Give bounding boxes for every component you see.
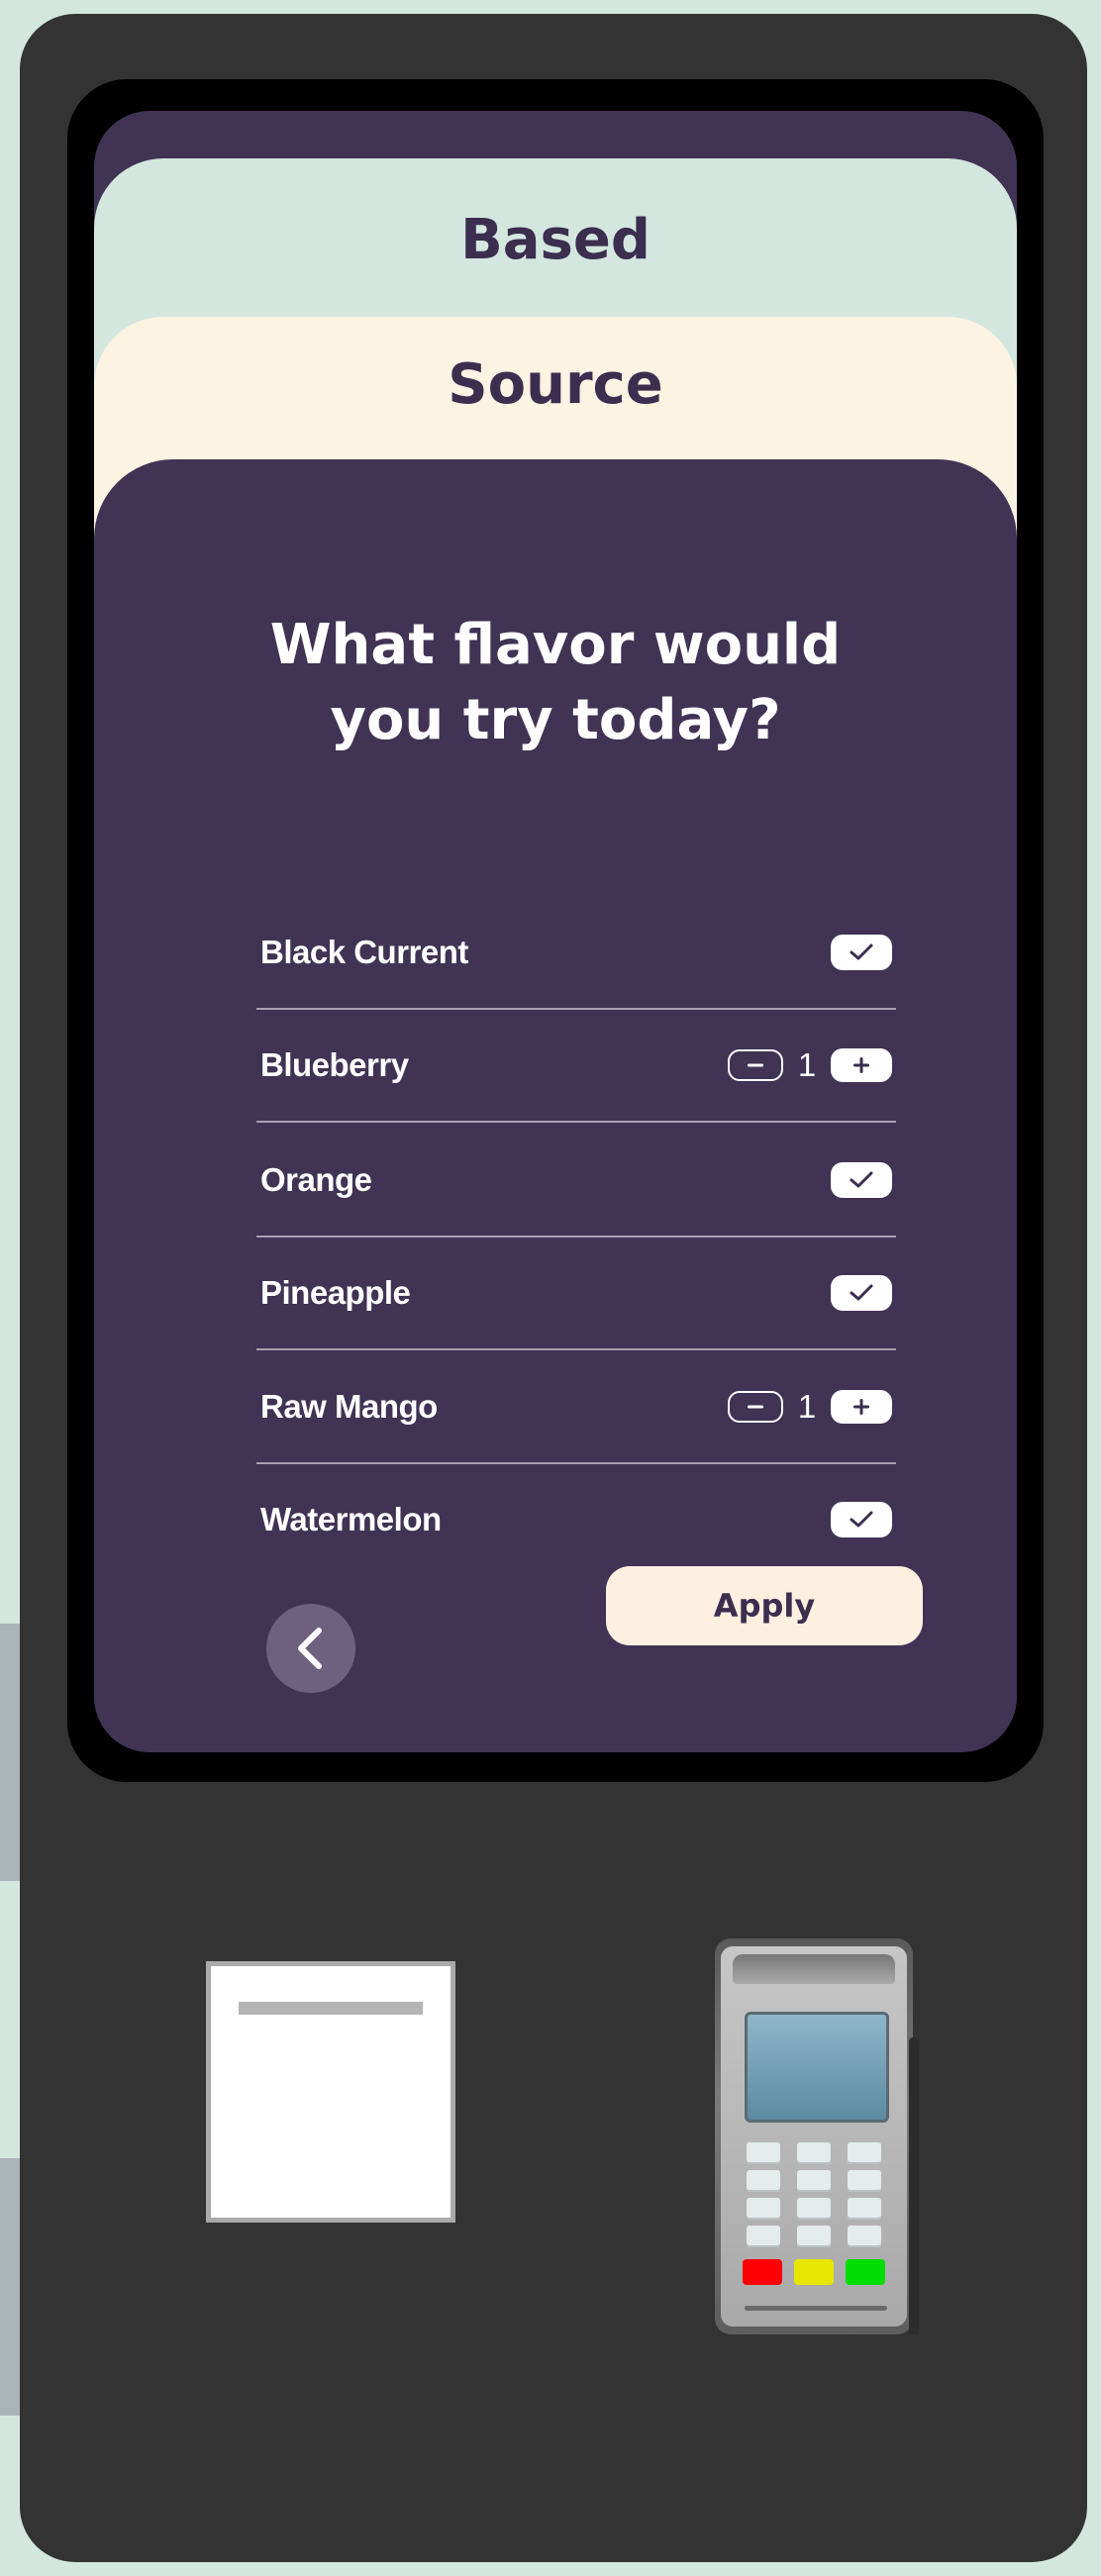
flavor-row-raw-mango: Raw Mango 1	[256, 1351, 896, 1464]
flavor-row-watermelon: Watermelon	[256, 1464, 896, 1575]
keypad-key	[848, 2198, 881, 2220]
receipt-slot	[239, 2002, 423, 2015]
keypad-key	[747, 2170, 780, 2192]
quantity-value: 1	[797, 1046, 817, 1083]
keypad-key	[747, 2142, 780, 2164]
flavor-label: Pineapple	[260, 1274, 411, 1311]
keypad-key	[797, 2142, 831, 2164]
keypad-key	[747, 2198, 780, 2220]
apply-button[interactable]: Apply	[606, 1566, 923, 1645]
plus-icon	[853, 1399, 869, 1415]
flavor-checkbox[interactable]	[831, 1275, 892, 1311]
back-button[interactable]	[266, 1604, 355, 1693]
check-icon	[850, 1511, 873, 1528]
keypad-key	[747, 2226, 780, 2247]
question-heading: What flavor would you try today?	[173, 608, 938, 758]
flavor-row-pineapple: Pineapple	[256, 1238, 896, 1350]
card-source-title: Source	[448, 352, 663, 417]
terminal-slit	[745, 2306, 887, 2311]
flavor-row-black-current: Black Current	[256, 897, 896, 1010]
flavor-label: Blueberry	[260, 1046, 409, 1083]
flavor-label: Orange	[260, 1161, 372, 1198]
quantity-value: 1	[797, 1388, 817, 1425]
keypad-key	[848, 2170, 881, 2192]
keypad-key	[797, 2226, 831, 2247]
terminal-card-slot	[733, 1954, 895, 1984]
question-line-2: you try today?	[330, 688, 781, 752]
minus-icon	[748, 1405, 763, 1409]
check-icon	[850, 1284, 873, 1301]
card-based-title: Based	[460, 208, 651, 272]
keypad-key	[848, 2142, 881, 2164]
flavor-row-orange: Orange	[256, 1125, 896, 1238]
check-icon	[850, 1171, 873, 1188]
flavor-checkbox[interactable]	[831, 935, 892, 970]
keypad-key	[848, 2226, 881, 2247]
keypad-key	[797, 2170, 831, 2192]
flavor-label: Raw Mango	[260, 1388, 438, 1425]
quantity-stepper: 1	[728, 1388, 892, 1425]
terminal-body	[721, 1946, 907, 2327]
keypad-key	[797, 2198, 831, 2220]
terminal-screen	[745, 2012, 889, 2123]
decrease-button[interactable]	[728, 1391, 783, 1423]
flavor-row-blueberry: Blueberry 1	[256, 1010, 896, 1123]
cancel-key	[743, 2259, 782, 2285]
increase-button[interactable]	[831, 1048, 892, 1082]
flavor-checkbox[interactable]	[831, 1502, 892, 1537]
clear-key	[794, 2259, 834, 2285]
quantity-stepper: 1	[728, 1046, 892, 1083]
minus-icon	[748, 1063, 763, 1067]
enter-key	[846, 2259, 885, 2285]
plus-icon	[853, 1057, 869, 1073]
terminal-side	[909, 2037, 919, 2334]
flavor-label: Black Current	[260, 934, 468, 970]
card-payment-terminal[interactable]	[715, 1938, 919, 2334]
increase-button[interactable]	[831, 1390, 892, 1424]
flavor-checkbox[interactable]	[831, 1162, 892, 1198]
receipt-printer	[206, 1961, 455, 2223]
question-line-1: What flavor would	[269, 613, 842, 677]
kiosk-screen: Based Source What flavor would you try t…	[94, 111, 1017, 1752]
chevron-left-icon	[298, 1628, 322, 1669]
flavor-label: Watermelon	[260, 1501, 442, 1537]
check-icon	[850, 943, 873, 960]
decrease-button[interactable]	[728, 1049, 783, 1081]
